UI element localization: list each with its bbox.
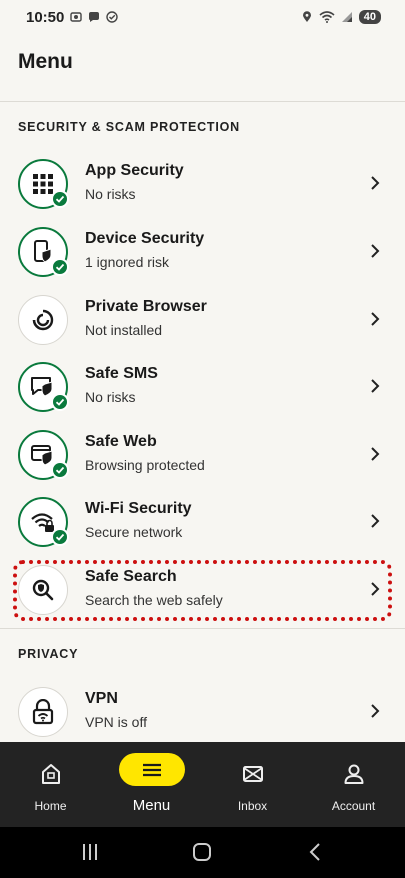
menu-item-safe-sms[interactable]: Safe SMS No risks	[0, 353, 405, 420]
item-title: Wi-Fi Security	[85, 500, 192, 517]
search-shield-icon	[32, 579, 54, 600]
item-title: App Security	[85, 162, 184, 179]
back-icon[interactable]	[306, 841, 324, 863]
item-subtitle: Search the web safely	[85, 592, 223, 608]
battery-indicator: 40	[358, 10, 381, 24]
private-browser-icon	[32, 309, 54, 330]
header-divider	[0, 101, 405, 102]
menu-item-device-security[interactable]: Device Security 1 ignored risk	[0, 218, 405, 285]
section-header-privacy: PRIVACY	[18, 647, 79, 661]
item-subtitle: Browsing protected	[85, 457, 205, 473]
wifi-status-icon	[319, 11, 335, 23]
hamburger-icon	[142, 763, 161, 776]
nav-label: Home	[34, 799, 67, 813]
item-subtitle: Secure network	[85, 524, 183, 540]
check-icon	[51, 258, 69, 276]
menu-item-wifi-security[interactable]: Wi-Fi Security Secure network	[0, 488, 405, 555]
system-nav-bar	[0, 827, 405, 878]
sms-shield-icon	[31, 376, 53, 397]
active-pill	[118, 753, 185, 786]
item-title: Private Browser	[85, 298, 207, 315]
item-subtitle: No risks	[85, 186, 136, 202]
nav-home[interactable]: Home	[0, 742, 101, 827]
check-circle-icon	[106, 11, 119, 23]
status-bar: 10:50 40	[0, 0, 405, 34]
recent-apps-icon[interactable]	[80, 841, 100, 863]
safe-search-badge	[18, 564, 68, 615]
nav-label: Menu	[132, 797, 171, 814]
nav-menu[interactable]: Menu	[101, 742, 202, 827]
chevron-right-icon	[371, 176, 380, 190]
item-title: Safe Search	[85, 568, 177, 585]
wifi-lock-icon	[31, 512, 54, 532]
chevron-right-icon	[371, 447, 380, 461]
item-title: Device Security	[85, 230, 205, 247]
private-browser-badge	[18, 294, 68, 345]
location-icon	[302, 11, 311, 22]
chevron-right-icon	[371, 582, 380, 596]
chevron-right-icon	[371, 244, 380, 258]
item-title: VPN	[85, 690, 118, 707]
section-divider	[0, 628, 405, 629]
chevron-right-icon	[371, 312, 380, 326]
nav-inbox[interactable]: Inbox	[202, 742, 303, 827]
home-icon	[41, 764, 60, 784]
nav-account[interactable]: Account	[303, 742, 404, 827]
item-subtitle: Not installed	[85, 322, 163, 338]
bottom-nav: Home Menu Inbox Account	[0, 742, 405, 827]
check-icon	[51, 190, 69, 208]
page-title: Menu	[18, 50, 73, 73]
menu-item-safe-web[interactable]: Safe Web Browsing protected	[0, 421, 405, 488]
item-subtitle: No risks	[85, 389, 136, 405]
chevron-right-icon	[371, 514, 380, 528]
home-button-icon[interactable]	[192, 841, 212, 863]
item-title: Safe Web	[85, 433, 157, 450]
screenshot-icon	[70, 12, 83, 22]
phone-shield-icon	[34, 239, 52, 263]
chevron-right-icon	[371, 704, 380, 718]
menu-item-safe-search[interactable]: Safe Search Search the web safely	[0, 556, 405, 623]
status-time: 10:50	[26, 8, 65, 26]
check-icon	[51, 393, 69, 411]
nav-label: Account	[331, 799, 376, 813]
padlock-wifi-icon	[32, 698, 54, 724]
item-subtitle: VPN is off	[85, 714, 147, 730]
mail-icon	[242, 766, 263, 782]
item-subtitle: 1 ignored risk	[85, 254, 170, 270]
user-icon	[344, 764, 363, 784]
signal-icon	[341, 12, 352, 22]
check-icon	[51, 461, 69, 479]
chat-icon	[89, 12, 100, 22]
menu-item-private-browser[interactable]: Private Browser Not installed	[0, 286, 405, 353]
chevron-right-icon	[371, 379, 380, 393]
item-title: Safe SMS	[85, 365, 158, 382]
section-header-security: SECURITY & SCAM PROTECTION	[18, 120, 240, 134]
menu-item-app-security[interactable]: App Security No risks	[0, 150, 405, 217]
nav-label: Inbox	[237, 799, 268, 813]
menu-item-vpn[interactable]: VPN VPN is off	[0, 678, 405, 745]
apps-grid-icon	[33, 173, 53, 194]
web-shield-icon	[31, 444, 53, 466]
vpn-badge	[18, 686, 68, 737]
check-icon	[51, 528, 69, 546]
